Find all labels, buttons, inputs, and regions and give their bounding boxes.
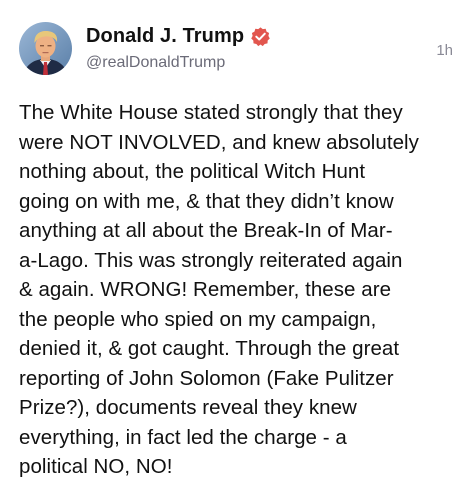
profile-photo-icon <box>19 22 72 75</box>
post-text: The White House stated strongly that the… <box>19 101 419 478</box>
author-avatar[interactable] <box>19 22 72 75</box>
author-handle[interactable]: @realDonaldTrump <box>86 54 225 72</box>
post-card: Donald J. Trump @realDonaldTrump 1h The … <box>0 0 469 500</box>
verified-badge-icon <box>250 26 271 47</box>
post-timestamp[interactable]: 1h <box>436 42 453 59</box>
author-display-name[interactable]: Donald J. Trump <box>86 25 244 48</box>
author-name-row: Donald J. Trump <box>86 25 271 48</box>
